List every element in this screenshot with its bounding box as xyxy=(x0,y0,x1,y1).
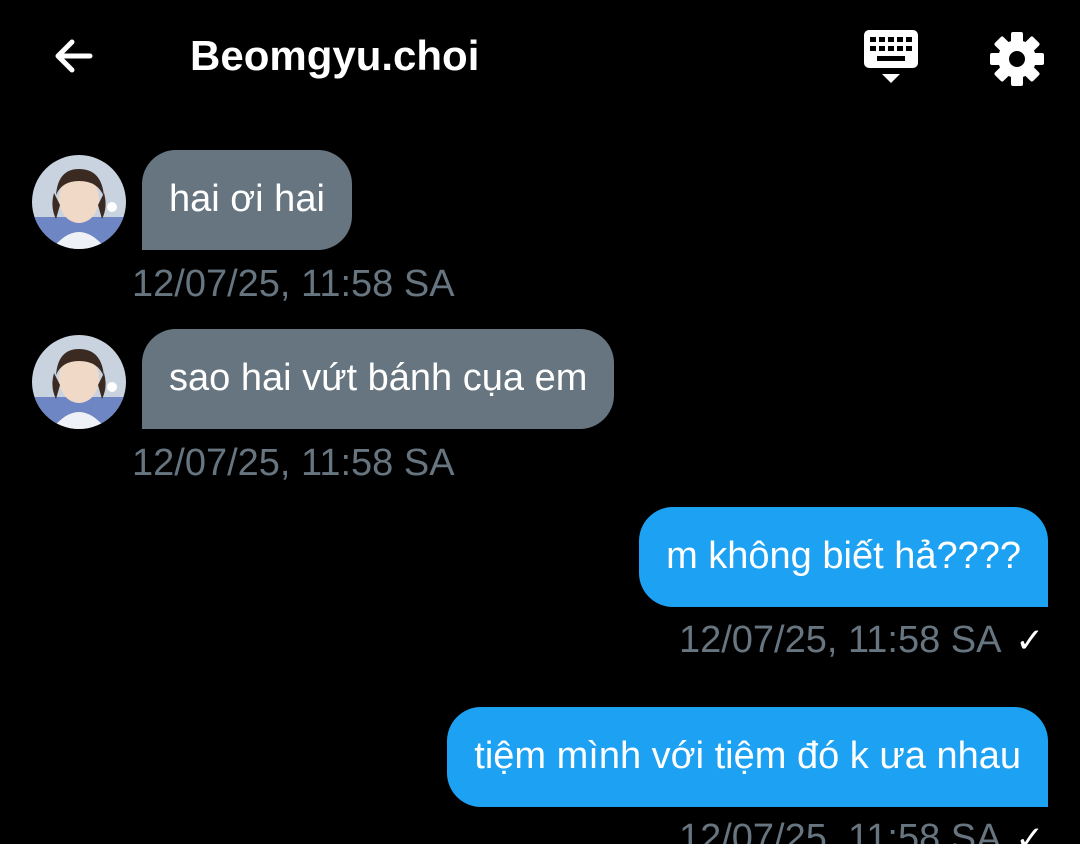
keyboard-button[interactable] xyxy=(860,26,924,88)
message-bubble-incoming[interactable]: hai ơi hai xyxy=(142,150,352,250)
sent-check-icon: ✓ xyxy=(1015,820,1045,844)
avatar[interactable] xyxy=(32,155,126,249)
message-timestamp: 12/07/25, 11:58 SA xyxy=(132,263,455,305)
message-bubble-outgoing[interactable]: m không biết hả???? xyxy=(639,507,1048,607)
message-timestamp: 12/07/25, 11:58 SA xyxy=(678,817,1002,844)
chat-header: Beomgyu.choi xyxy=(0,0,1080,110)
message-meta: 12/07/25, 11:58 SA ✓ xyxy=(679,816,1044,844)
page-title: Beomgyu.choi xyxy=(190,32,480,79)
keyboard-icon xyxy=(864,30,918,83)
chat-screen: Beomgyu.choi hai ơi hai 12/07/25, 11:58 … xyxy=(0,0,1080,844)
gear-icon xyxy=(990,32,1044,86)
message-timestamp: 12/07/25, 11:58 SA xyxy=(678,619,1002,661)
sent-check-icon: ✓ xyxy=(1015,622,1045,660)
message-bubble-incoming[interactable]: sao hai vứt bánh cụa em xyxy=(142,329,615,429)
message-bubble-outgoing[interactable]: tiệm mình với tiệm đó k ưa nhau xyxy=(447,707,1048,807)
message-timestamp: 12/07/25, 11:58 SA xyxy=(132,442,455,484)
avatar[interactable] xyxy=(32,335,126,429)
message-meta: 12/07/25, 11:58 SA ✓ xyxy=(679,618,1044,662)
settings-button[interactable] xyxy=(988,30,1046,88)
arrow-left-icon xyxy=(55,39,93,73)
back-button[interactable] xyxy=(46,28,102,84)
